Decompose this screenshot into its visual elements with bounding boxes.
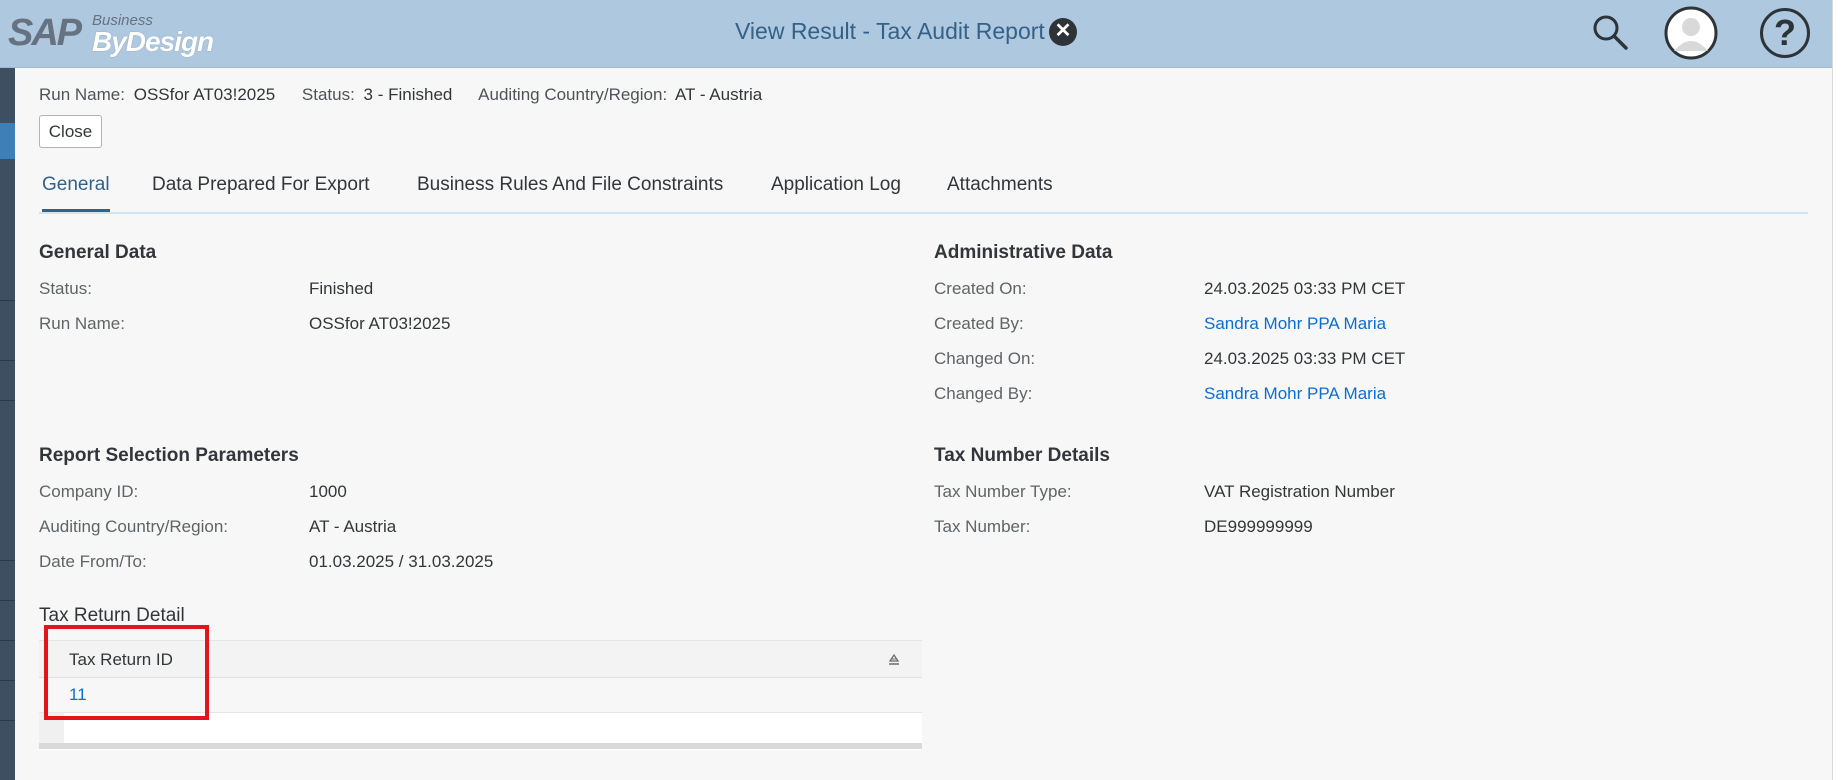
tax-number-type-value: VAT Registration Number (1204, 482, 1395, 501)
run-name-label: Run Name: (39, 85, 125, 104)
run-name-value: OSSfor AT03!2025 (133, 85, 276, 104)
status-value: 3 - Finished (363, 85, 453, 104)
general-status-label: Status: (39, 279, 92, 298)
user-avatar-icon[interactable] (1664, 6, 1718, 60)
left-strip-divider (0, 720, 15, 721)
tab-application-log[interactable]: Application Log (771, 174, 901, 212)
left-strip-divider (0, 400, 15, 401)
status-label: Status: (301, 85, 355, 104)
logo-bydesign-text: ByDesign (92, 26, 214, 57)
date-from-to-value: 01.03.2025 / 31.03.2025 (309, 552, 494, 571)
created-by-label: Created By: (934, 314, 1024, 333)
changed-on-label: Changed On: (934, 349, 1036, 368)
changed-by-label: Changed By: (934, 384, 1033, 403)
company-id-value: 1000 (309, 482, 347, 501)
general-status-value: Finished (309, 279, 374, 298)
left-strip-divider (0, 560, 15, 561)
page-title: View Result - Tax Audit Report (735, 18, 1045, 44)
close-window-icon[interactable]: ✕ (1049, 18, 1077, 46)
left-strip-divider (0, 640, 15, 641)
general-run-name-value: OSSfor AT03!2025 (309, 314, 451, 333)
created-on-label: Created On: (934, 279, 1027, 298)
close-button[interactable]: Close (39, 115, 102, 148)
auditing-country-label: Auditing Country/Region: (478, 85, 668, 104)
tax-number-value: DE999999999 (1204, 517, 1313, 536)
highlight-annotation (44, 625, 209, 720)
administrative-data-title: Administrative Data (934, 242, 1113, 263)
left-navigation-strip (0, 68, 15, 780)
changed-by-link[interactable]: Sandra Mohr PPA Maria (1204, 384, 1386, 404)
logo-sap-text: SAP (8, 12, 82, 54)
report-selection-parameters-title: Report Selection Parameters (39, 445, 299, 466)
table-horizontal-scrollbar[interactable] (39, 743, 922, 749)
param-auditing-country-value: AT - Austria (309, 517, 397, 536)
shell-header: SAP Business ByDesign View Result - Tax … (0, 0, 1848, 68)
date-from-to-label: Date From/To: (39, 552, 147, 571)
changed-on-value: 24.03.2025 03:33 PM CET (1204, 349, 1406, 368)
sort-ascending-icon[interactable] (887, 652, 901, 666)
tab-general[interactable]: General (42, 174, 110, 212)
tax-number-details-title: Tax Number Details (934, 445, 1110, 466)
auditing-country-value: AT - Austria (674, 85, 763, 104)
tax-number-type-label: Tax Number Type: (934, 482, 1072, 501)
left-strip-active-item[interactable] (0, 123, 15, 159)
search-icon[interactable] (1590, 12, 1630, 52)
left-strip-divider (0, 360, 15, 361)
left-strip-divider (0, 600, 15, 601)
general-run-name-label: Run Name: (39, 314, 125, 333)
sap-bydesign-logo[interactable]: SAP Business ByDesign (8, 10, 218, 57)
created-on-value: 24.03.2025 03:33 PM CET (1204, 279, 1406, 298)
param-auditing-country-label: Auditing Country/Region: (39, 517, 229, 536)
created-by-link[interactable]: Sandra Mohr PPA Maria (1204, 314, 1386, 334)
tab-bar: General Data Prepared For Export Busines… (39, 168, 1808, 214)
tab-data-prepared-for-export[interactable]: Data Prepared For Export (152, 174, 370, 212)
general-data-title: General Data (39, 242, 157, 263)
tax-number-label: Tax Number: (934, 517, 1031, 536)
tab-business-rules-and-file-constraints[interactable]: Business Rules And File Constraints (417, 174, 723, 212)
run-summary: Run Name: OSSfor AT03!2025 Status: 3 - F… (39, 85, 766, 105)
tab-attachments[interactable]: Attachments (947, 174, 1053, 212)
vertical-scrollbar[interactable] (1832, 0, 1848, 780)
help-icon[interactable]: ? (1760, 8, 1810, 58)
left-strip-divider (0, 680, 15, 681)
tax-return-detail-title: Tax Return Detail (39, 605, 185, 626)
left-strip-divider (0, 300, 15, 301)
company-id-label: Company ID: (39, 482, 139, 501)
